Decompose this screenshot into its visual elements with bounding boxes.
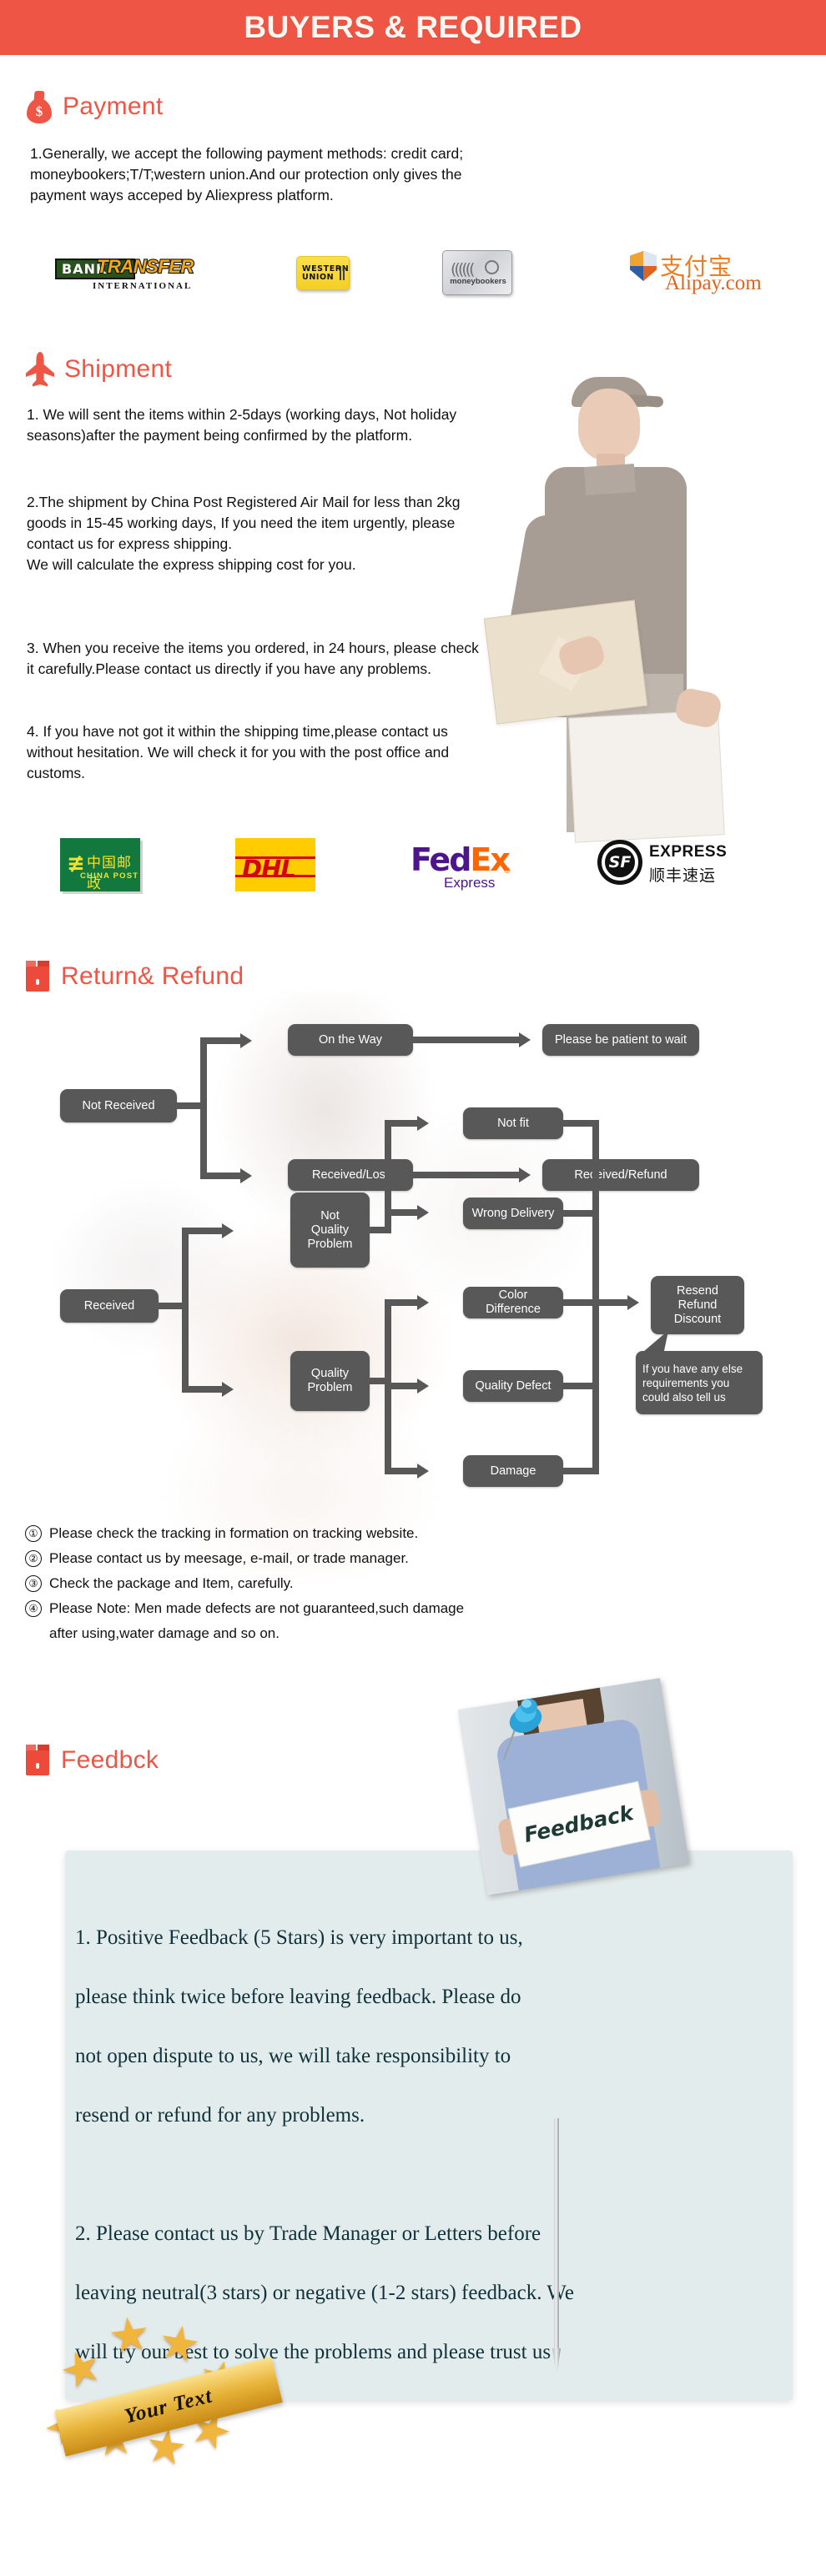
flow-node-wrong-delivery: Wrong Delivery (463, 1198, 563, 1229)
return-refund-flowchart: Not Received On the Way Please be patien… (0, 1009, 826, 1509)
western-union-logo: WESTERN UNION (296, 256, 350, 290)
fedex-sub-label: Express (444, 875, 496, 891)
shipment-paragraph-2: 2.The shipment by China Post Registered … (27, 494, 461, 573)
alipay-shield-icon (630, 251, 657, 281)
flow-node-received: Received (60, 1289, 159, 1323)
flow-node-extra-requirements-callout: If you have any else requirements you co… (636, 1351, 763, 1414)
return-refund-heading: Return& Refund (61, 962, 244, 990)
list-item-text: Please contact us by meesage, e-mail, or… (49, 1550, 409, 1566)
package-box-icon (25, 961, 52, 992)
feedback-photo-card-label: Feedback (521, 1800, 636, 1848)
section-header-shipment: Shipment (25, 352, 172, 387)
list-item: ③ Check the package and Item, carefully. (25, 1571, 801, 1596)
flow-node-quality-defect: Quality Defect (463, 1370, 563, 1402)
list-item: ④ Please Note: Men made defects are not … (25, 1596, 801, 1646)
payment-heading: Payment (63, 93, 164, 120)
section-header-payment: $ Payment (25, 90, 164, 123)
moneybookers-ring-icon (485, 260, 499, 274)
flow-node-received-lost: Received/Lost (288, 1159, 413, 1191)
alipay-domain-label: Alipay.com (665, 272, 762, 294)
flow-node-color-difference: Color Difference (463, 1287, 563, 1318)
section-header-return-refund: Return& Refund (25, 961, 244, 992)
list-item-number: ① (25, 1525, 42, 1542)
money-bag-icon: $ (25, 90, 53, 123)
gold-star-badge: ★ ★ ★ ★ ★ ★ ★ ★ Your Text (34, 2305, 294, 2477)
list-item-number: ② (25, 1550, 42, 1567)
sf-chinese-label: 顺丰速运 (649, 866, 717, 885)
page-title: BUYERS & REQUIRED (244, 10, 582, 44)
flow-node-not-received: Not Received (60, 1089, 177, 1122)
star-icon: ★ (154, 2313, 205, 2373)
flow-node-not-quality-problem: Not Quality Problem (290, 1193, 370, 1268)
badge-text: Your Text (122, 2384, 215, 2428)
alipay-logo: 支付宝 Alipay.com (630, 250, 768, 294)
payment-body-text: 1.Generally, we accept the following pay… (30, 145, 464, 203)
fedex-ex-label: Ex (470, 841, 510, 878)
flow-node-received-refund: Received/Refund (542, 1159, 699, 1191)
section-header-feedback: Feedbck (25, 1745, 159, 1776)
moneybookers-label: moneybookers (450, 277, 506, 286)
page-header-banner: BUYERS & REQUIRED (0, 0, 826, 55)
list-item: ② Please contact us by meesage, e-mail, … (25, 1546, 801, 1571)
airplane-icon (25, 352, 55, 387)
bank-transfer-tertiary: INTERNATIONAL (93, 281, 193, 291)
flow-node-please-wait: Please be patient to wait (542, 1024, 699, 1056)
list-item: ① Please check the tracking in formation… (25, 1521, 801, 1546)
pen-decoration (551, 2118, 562, 2385)
dhl-label: DHL (242, 855, 296, 883)
western-union-bars-icon (340, 266, 345, 280)
moneybookers-logo: (((((( moneybookers (442, 250, 512, 295)
list-item-number: ③ (25, 1575, 42, 1592)
dhl-logo: DHL (235, 838, 315, 891)
sf-english-label: EXPRESS (649, 843, 728, 861)
flow-node-on-the-way: On the Way (288, 1024, 413, 1056)
bank-transfer-secondary: TRANSFER (96, 255, 194, 278)
sf-mark-label: SF (608, 853, 632, 871)
push-pin-icon (501, 1695, 547, 1763)
feedback-heading: Feedbck (61, 1746, 159, 1774)
fedex-registered-mark: ® (504, 866, 511, 876)
china-post-logo: ≢ 中国邮政 CHINA POST (60, 838, 140, 892)
china-post-english-label: CHINA POST (80, 871, 139, 881)
list-item-text: Please check the tracking in formation o… (49, 1525, 419, 1541)
flow-node-resend-refund-discount: Resend Refund Discount (651, 1276, 744, 1334)
flow-node-not-fit: Not fit (463, 1107, 563, 1139)
shipment-heading: Shipment (64, 355, 173, 383)
list-item-text: Please Note: Men made defects are not gu… (49, 1600, 465, 1641)
return-refund-notes-list: ① Please check the tracking in formation… (25, 1521, 801, 1646)
flow-node-quality-problem: Quality Problem (290, 1351, 370, 1411)
flow-node-damage: Damage (463, 1455, 563, 1487)
sf-express-logo: SF EXPRESS 顺丰速运 (597, 838, 739, 888)
star-icon: ★ (104, 2305, 154, 2364)
fedex-fed-label: Fed (410, 841, 471, 878)
list-item-number: ④ (25, 1600, 42, 1617)
package-box-icon (25, 1745, 52, 1776)
product-policy-page: BUYERS & REQUIRED $ Payment 1.Generally,… (0, 0, 826, 2576)
fedex-logo: FedEx ® Express (410, 838, 519, 891)
sf-circle-icon: SF (597, 840, 642, 885)
moneybookers-wave-icon: (((((( (451, 260, 476, 279)
shipment-paragraph-4: 4. If you have not got it within the shi… (27, 723, 450, 781)
shipment-paragraph-3: 3. When you receive the items you ordere… (27, 640, 479, 677)
bank-transfer-logo: BANK TRANSFER INTERNATIONAL (55, 254, 194, 293)
list-item-text: Check the package and Item, carefully. (49, 1575, 294, 1591)
shipment-paragraph-1: 1. We will sent the items within 2-5days… (27, 406, 457, 444)
star-icon: ★ (52, 2336, 110, 2400)
